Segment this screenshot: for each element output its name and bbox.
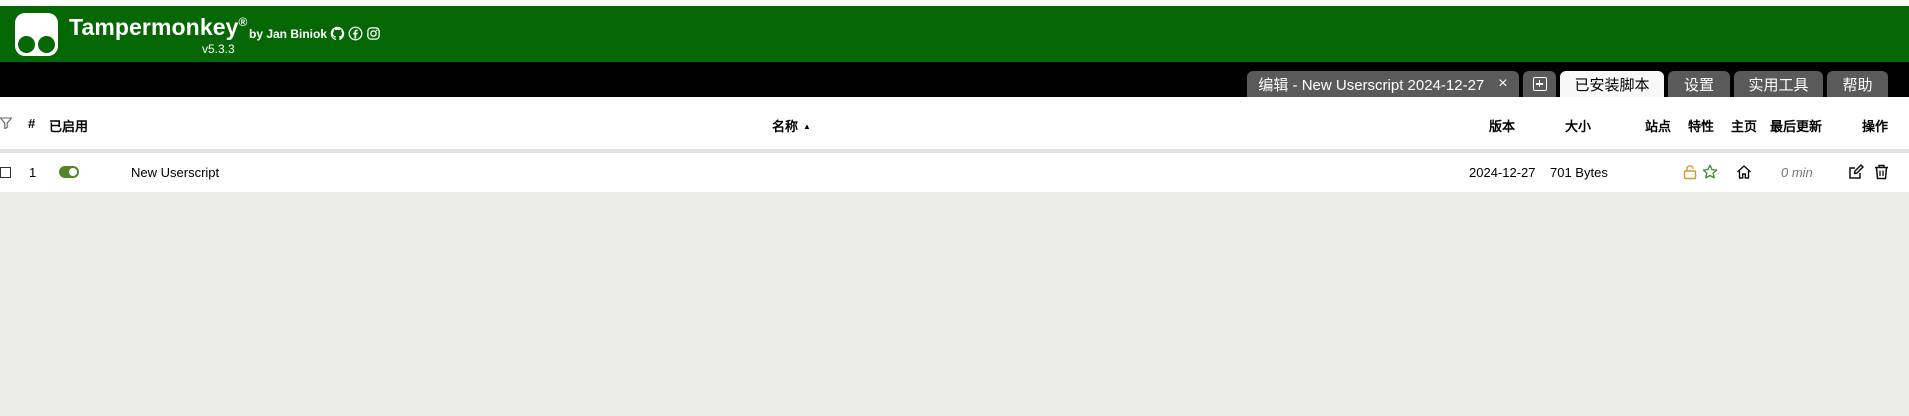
social-links <box>330 26 381 41</box>
column-features[interactable]: 特性 <box>1688 116 1714 135</box>
tab-bar: 编辑 - New Userscript 2024-12-27 × 已安装脚本 设… <box>0 62 1909 97</box>
column-homepage[interactable]: 主页 <box>1731 116 1757 135</box>
column-sites[interactable]: 站点 <box>1645 116 1671 135</box>
tab-label: 编辑 - New Userscript 2024-12-27 <box>1258 76 1485 94</box>
instagram-icon[interactable] <box>366 26 381 41</box>
tampermonkey-logo <box>15 13 58 56</box>
tab-label: 帮助 <box>1842 76 1873 94</box>
table-row: 1 New Userscript 2024-12-27 701 Bytes 0 … <box>0 153 1909 192</box>
column-actions: 操作 <box>1862 119 1889 134</box>
github-icon[interactable] <box>330 26 345 41</box>
column-enabled[interactable]: 已启用 <box>49 116 88 135</box>
table-header: # 已启用 名称 ▲ 版本 大小 站点 特性 主页 最后更新 操作 <box>0 97 1909 149</box>
column-index: # <box>28 116 36 131</box>
close-icon[interactable]: × <box>1498 75 1507 93</box>
app-header: Tampermonkey® v5.3.3 by Jan Biniok <box>0 6 1909 62</box>
star-icon[interactable] <box>1702 164 1718 180</box>
author-byline: by Jan Biniok <box>249 27 328 41</box>
tab-settings[interactable]: 设置 <box>1668 71 1730 97</box>
sort-ascending-icon: ▲ <box>803 122 811 131</box>
app-title: Tampermonkey® <box>69 14 248 40</box>
column-size[interactable]: 大小 <box>1565 116 1591 135</box>
row-select-checkbox[interactable] <box>0 167 11 178</box>
tab-label: 已安装脚本 <box>1574 76 1650 94</box>
add-icon <box>1532 77 1547 91</box>
tab-utilities[interactable]: 实用工具 <box>1734 71 1823 97</box>
facebook-icon[interactable] <box>348 26 363 41</box>
row-index: 1 <box>29 165 37 180</box>
edit-icon[interactable] <box>1848 164 1864 180</box>
script-version: 2024-12-27 <box>1469 165 1536 180</box>
app-version: v5.3.3 <box>202 42 235 56</box>
trash-icon[interactable] <box>1874 164 1889 180</box>
home-icon[interactable] <box>1736 164 1752 180</box>
enabled-toggle[interactable] <box>59 166 79 178</box>
column-name[interactable]: 名称 ▲ <box>772 116 811 135</box>
tab-new-script[interactable] <box>1523 71 1556 97</box>
script-name-link[interactable]: New Userscript <box>131 165 219 180</box>
column-last-updated[interactable]: 最后更新 <box>1770 116 1822 135</box>
filter-icon[interactable] <box>0 117 12 129</box>
script-size: 701 Bytes <box>1550 165 1608 180</box>
tab-label: 设置 <box>1683 76 1714 94</box>
column-version[interactable]: 版本 <box>1489 116 1515 135</box>
last-updated-value: 0 min <box>1781 165 1813 180</box>
tab-help[interactable]: 帮助 <box>1827 71 1888 97</box>
tab-edit-script[interactable]: 编辑 - New Userscript 2024-12-27 × <box>1247 71 1519 97</box>
lock-icon[interactable] <box>1683 164 1697 180</box>
tab-installed-scripts[interactable]: 已安装脚本 <box>1560 71 1664 97</box>
tab-label: 实用工具 <box>1748 76 1809 94</box>
